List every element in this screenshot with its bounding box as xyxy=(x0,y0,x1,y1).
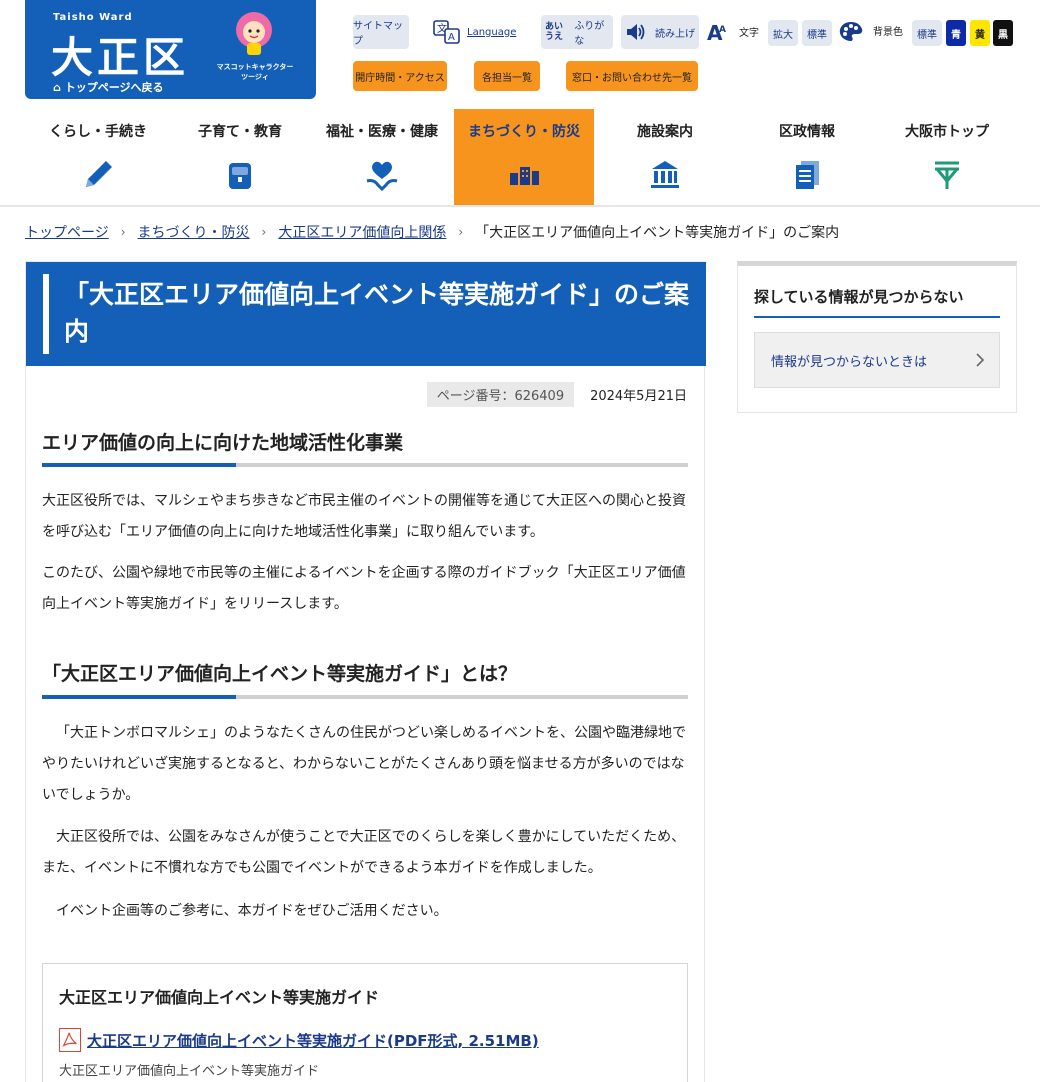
page-title-box: 「大正区エリア価値向上イベント等実施ガイド」のご案内 xyxy=(26,262,706,366)
breadcrumb-chevron-icon: › xyxy=(120,225,126,239)
gnav-osaka-top[interactable]: 大阪市トップ xyxy=(876,109,1018,205)
download-description: 大正区エリア価値向上イベント等実施ガイド xyxy=(59,1064,320,1079)
logo-english: Taisho Ward xyxy=(53,12,133,23)
logo-top-link[interactable]: ⌂ トップページへ戻る xyxy=(53,79,164,95)
not-found-help-label: 情報が見つからないときは xyxy=(771,354,928,370)
download-box: 大正区エリア価値向上イベント等実施ガイド 大正区エリア価値向上イベント等実施ガイ… xyxy=(42,963,688,1082)
gnav-childcare[interactable]: 子育て・教育 xyxy=(169,109,311,205)
section2-heading-line xyxy=(42,695,688,699)
contact-list-button[interactable]: 窓口・お問い合わせ先一覧 xyxy=(566,61,698,91)
speaker-icon xyxy=(627,24,645,40)
town-icon xyxy=(510,167,539,185)
bg-black-button[interactable]: 黒 xyxy=(993,20,1013,46)
school-bag-icon xyxy=(229,163,251,189)
chevron-right-icon xyxy=(976,353,985,367)
gnav-divider xyxy=(0,205,1040,207)
text-size-icon: A A xyxy=(706,19,730,45)
osaka-mark-icon xyxy=(935,161,959,189)
furigana-button[interactable]: あい うえ ふりがな xyxy=(541,15,613,49)
text-size-label: 文字 xyxy=(739,27,759,39)
section1-paragraph-2: このたび、公園や緑地で市民等の主催によるイベントを企画する際のガイドブック「大正… xyxy=(42,565,686,612)
gnav-welfare[interactable]: 福祉・医療・健康 xyxy=(311,109,453,205)
svg-text:A: A xyxy=(448,32,455,43)
documents-icon xyxy=(796,161,819,189)
translate-icon: 文 A xyxy=(433,20,460,44)
furigana-icon: あい うえ xyxy=(545,22,564,42)
mascot-caption: マスコットキャラクター ツージィ xyxy=(216,63,294,81)
furigana-label: ふりがな xyxy=(574,21,605,47)
language-label: Language xyxy=(467,26,517,38)
bg-standard-button[interactable]: 標準 xyxy=(912,20,942,46)
palette-icon xyxy=(838,19,864,45)
page-title: 「大正区エリア価値向上イベント等実施ガイド」のご案内 xyxy=(64,280,690,346)
sitemap-button[interactable]: サイトマップ xyxy=(353,15,409,49)
pencil-icon xyxy=(86,161,112,187)
heart-hands-icon xyxy=(366,161,398,192)
language-button[interactable]: 文 A Language xyxy=(433,17,523,47)
section1-paragraph-1: 大正区役所では、マルシェやまち歩きなど市民主催のイベントの開催等を通じて大正区へ… xyxy=(42,493,686,540)
logo-japanese: 大正区 xyxy=(51,33,190,82)
breadcrumb-area-value[interactable]: 大正区エリア価値向上関係 xyxy=(278,222,446,242)
download-title: 大正区エリア価値向上イベント等実施ガイド xyxy=(59,988,380,1007)
page-number: ページ番号：626409 xyxy=(426,382,575,407)
gnav-ward-admin[interactable]: 区政情報 xyxy=(736,109,878,205)
text-standard-button[interactable]: 標準 xyxy=(802,20,832,46)
breadcrumb-chevron-icon: › xyxy=(261,225,267,239)
title-accent-bar xyxy=(43,274,49,354)
download-pdf-link[interactable]: 大正区エリア価値向上イベント等実施ガイド(PDF形式, 2.51MB) xyxy=(87,1030,539,1051)
section1-heading: エリア価値の向上に向けた地域活性化事業 xyxy=(42,432,404,454)
building-icon xyxy=(651,161,679,188)
text-enlarge-button[interactable]: 拡大 xyxy=(768,20,798,46)
global-nav: くらし・手続き 子育て・教育 福祉・医療・健康 まちづくり・防災 施設案内 区政… xyxy=(0,109,1040,205)
breadcrumb-chevron-icon: › xyxy=(458,225,464,239)
breadcrumb-current: 「大正区エリア価値向上イベント等実施ガイド」のご案内 xyxy=(475,225,840,241)
read-aloud-button[interactable]: 読み上げ xyxy=(621,15,699,49)
main-content: 「大正区エリア価値向上イベント等実施ガイド」のご案内 ページ番号：626409 … xyxy=(25,261,706,1082)
read-aloud-label: 読み上げ xyxy=(655,28,695,40)
bg-yellow-button[interactable]: 黄 xyxy=(970,20,990,46)
home-icon: ⌂ xyxy=(53,81,65,94)
hours-access-button[interactable]: 開庁時間・アクセス xyxy=(353,61,447,91)
gnav-living[interactable]: くらし・手続き xyxy=(27,109,169,205)
gnav-town-disaster[interactable]: まちづくり・防災 xyxy=(454,109,594,205)
site-logo[interactable]: Taisho Ward 大正区 ⌂ トップページへ戻る マスコットキャラクター … xyxy=(25,0,316,99)
side-panel: 探している情報が見つからない 情報が見つからないときは xyxy=(737,261,1017,413)
section2-paragraph-3: イベント企画等のご参考に、本ガイドをぜひご活用ください。 xyxy=(56,903,448,919)
breadcrumb: トップページ › まちづくり・防災 › 大正区エリア価値向上関係 › 「大正区エ… xyxy=(25,222,839,242)
page-date: 2024年5月21日 xyxy=(590,389,687,404)
bg-color-label: 背景色 xyxy=(873,26,903,38)
section2-paragraph-2: 大正区役所では、公園をみなさんが使うことで大正区でのくらしを楽しく豊かにしていた… xyxy=(42,829,686,876)
section2-heading: 「大正区エリア価値向上イベント等実施ガイド」とは？ xyxy=(42,663,518,685)
svg-text:A: A xyxy=(719,25,726,35)
side-title: 探している情報が見つからない xyxy=(754,288,964,306)
sections-list-button[interactable]: 各担当一覧 xyxy=(474,61,540,91)
bg-blue-button[interactable]: 青 xyxy=(946,20,966,46)
not-found-help-button[interactable]: 情報が見つからないときは xyxy=(754,332,1000,388)
side-title-line xyxy=(754,316,1000,318)
section1-heading-line xyxy=(42,463,688,467)
breadcrumb-home[interactable]: トップページ xyxy=(25,222,109,242)
section2-paragraph-1: 「大正トンボロマルシェ」のようなたくさんの住民がつどい楽しめるイベントを、公園や… xyxy=(42,725,686,803)
breadcrumb-town-disaster[interactable]: まちづくり・防災 xyxy=(138,222,250,242)
gnav-facilities[interactable]: 施設案内 xyxy=(594,109,736,205)
pdf-icon xyxy=(59,1028,81,1052)
page-meta: ページ番号：626409 2024年5月21日 xyxy=(426,382,687,407)
mascot-icon xyxy=(236,12,272,55)
